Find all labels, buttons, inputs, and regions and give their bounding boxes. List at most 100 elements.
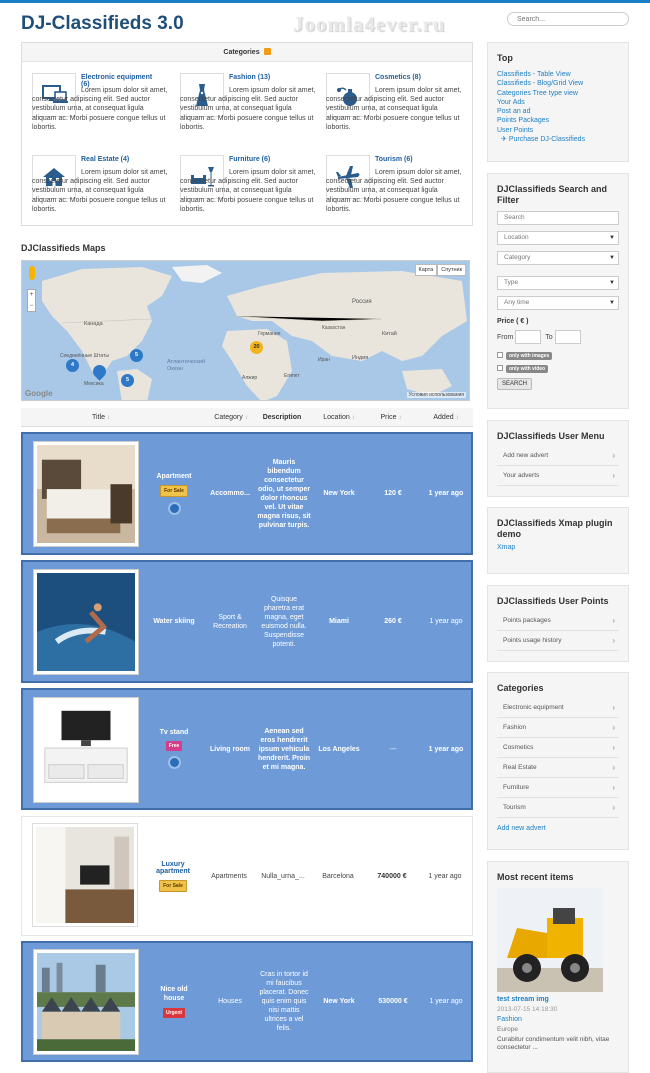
- site-title[interactable]: DJ-Classifieds 3.0: [21, 13, 184, 35]
- price-from-input[interactable]: [515, 330, 542, 344]
- column-header-location[interactable]: Location ↕: [309, 408, 369, 427]
- column-header-category[interactable]: Category ↕: [201, 408, 261, 427]
- ad-title[interactable]: Nice old house: [154, 985, 194, 1003]
- map-zoom-control[interactable]: + −: [27, 289, 36, 312]
- map-pin-icon[interactable]: [167, 501, 181, 515]
- category-name[interactable]: Real Estate (4): [81, 156, 129, 163]
- ad-category: Houses: [218, 998, 242, 1005]
- map-cluster-marker[interactable]: 20: [250, 341, 263, 354]
- ad-title-cell[interactable]: Tv stand Free: [147, 690, 201, 808]
- ad-price: 260 €: [384, 618, 402, 625]
- table-row[interactable]: Tv stand Free Living room Aenean sed ero…: [21, 688, 473, 810]
- recent-item-image[interactable]: [497, 888, 603, 992]
- category-name[interactable]: Tourism (6): [375, 156, 413, 163]
- only-images-checkbox[interactable]: [497, 352, 503, 358]
- ad-thumbnail[interactable]: [32, 823, 138, 927]
- category-item-cosmetics[interactable]: Cosmetics (8) Lorem ipsum dolor sit amet…: [316, 73, 461, 133]
- recent-item-title[interactable]: test stream img: [497, 995, 628, 1004]
- category-item-tourism[interactable]: Tourism (6) Lorem ipsum dolor sit amet, …: [316, 155, 461, 215]
- map-terms-link[interactable]: Условия использования: [406, 392, 466, 398]
- ad-title[interactable]: Apartment: [156, 473, 191, 480]
- sidebar-item-furniture[interactable]: Furniture ›: [497, 778, 619, 798]
- link-table-view[interactable]: Classifieds - Table View: [497, 70, 628, 79]
- ad-title[interactable]: Water skiing: [153, 618, 194, 625]
- category-name[interactable]: Cosmetics (8): [375, 74, 421, 81]
- ads-table-header: Title ↕ Category ↕ Description Location ↕ P…: [21, 408, 473, 427]
- map-type-switch[interactable]: Карта Спутник: [414, 264, 466, 276]
- ad-title[interactable]: Luxury apartment: [146, 861, 200, 875]
- ad-location: Barcelona: [322, 872, 354, 880]
- link-points-packages[interactable]: Points Packages: [497, 116, 628, 125]
- ad-title-cell[interactable]: Luxury apartment For Sale: [146, 817, 200, 935]
- street-view-pegman-icon[interactable]: [29, 266, 35, 280]
- sidebar-item-fashion[interactable]: Fashion ›: [497, 718, 619, 738]
- link-user-points[interactable]: User Points: [497, 126, 628, 135]
- category-name[interactable]: Furniture (6): [229, 156, 270, 163]
- ad-thumbnail[interactable]: [33, 441, 139, 547]
- column-header-price[interactable]: Price ↕: [366, 408, 416, 427]
- menu-points-packages[interactable]: Points packages ›: [497, 611, 619, 631]
- link-xmap[interactable]: Xmap: [497, 543, 628, 552]
- filter-search-input[interactable]: Search: [497, 211, 619, 225]
- map-widget[interactable]: + − Карта Спутник Канада Соединённые Штат…: [21, 260, 470, 401]
- ad-thumbnail[interactable]: [33, 697, 139, 803]
- sidebar-item-electronic-equipment[interactable]: Electronic equipment ›: [497, 698, 619, 718]
- link-add-new-advert[interactable]: Add new advert: [497, 824, 628, 833]
- category-item-electronics[interactable]: Electronic equipment (6) Lorem ipsum dol…: [22, 73, 167, 133]
- table-row[interactable]: Apartment For Sale Accommo... Mauris bib…: [21, 432, 473, 555]
- chevron-right-icon: ›: [612, 471, 615, 480]
- ad-thumbnail[interactable]: [33, 949, 139, 1055]
- search-button[interactable]: SEARCH: [497, 378, 533, 390]
- filter-location-select[interactable]: Location ▼: [497, 231, 619, 245]
- map-cluster-marker[interactable]: 4: [66, 359, 79, 372]
- link-purchase[interactable]: ✈ Purchase DJ-Classifieds: [501, 135, 628, 144]
- menu-points-usage-history[interactable]: Points usage history ›: [497, 631, 619, 651]
- filter-category-select[interactable]: Category ▼: [497, 251, 619, 265]
- map-type-map-button[interactable]: Карта: [414, 264, 438, 276]
- category-item-fashion[interactable]: Fashion (13) Lorem ipsum dolor sit amet,…: [170, 73, 315, 133]
- menu-your-adverts[interactable]: Your adverts ›: [497, 466, 619, 486]
- price-to-input[interactable]: [554, 330, 581, 344]
- column-header-added[interactable]: Added ↕: [419, 408, 473, 427]
- top-search-input[interactable]: [507, 12, 629, 26]
- table-row[interactable]: Luxury apartment For Sale Apartments Nul…: [21, 816, 473, 936]
- ad-added: 1 year ago: [428, 490, 464, 497]
- link-categories-tree[interactable]: Categories Tree type view: [497, 89, 628, 98]
- filter-time-select[interactable]: Any time ▼: [497, 296, 619, 310]
- sidebar-xmap-module: DJClassifieds Xmap plugin demo Xmap: [487, 507, 629, 574]
- ad-title-cell[interactable]: Apartment For Sale: [147, 434, 201, 553]
- ad-title[interactable]: Tv stand: [160, 729, 189, 736]
- only-video-checkbox[interactable]: [497, 365, 503, 371]
- ad-title-cell[interactable]: Water skiing: [147, 562, 201, 681]
- map-cluster-marker[interactable]: 5: [121, 374, 134, 387]
- map-label: Атлантический Океан: [167, 359, 206, 372]
- map-pin-icon[interactable]: [167, 756, 181, 769]
- map-label: Канада: [84, 321, 103, 327]
- only-images-checkbox-row[interactable]: only with images: [497, 352, 628, 360]
- ad-thumbnail[interactable]: [33, 569, 139, 675]
- map-type-satellite-button[interactable]: Спутник: [437, 264, 466, 276]
- chevron-right-icon: ›: [612, 803, 615, 812]
- category-name[interactable]: Fashion (13): [229, 74, 270, 81]
- filter-type-select[interactable]: Type ▼: [497, 276, 619, 290]
- sidebar-item-tourism[interactable]: Tourism ›: [497, 798, 619, 818]
- link-your-ads[interactable]: Your Ads: [497, 98, 628, 107]
- recent-item-category[interactable]: Fashion: [497, 1015, 628, 1024]
- ad-location: Los Angeles: [318, 745, 360, 753]
- column-header-title[interactable]: Title ↕: [21, 408, 181, 427]
- sidebar-item-cosmetics[interactable]: Cosmetics ›: [497, 738, 619, 758]
- category-item-real-estate[interactable]: Real Estate (4) Lorem ipsum dolor sit am…: [22, 155, 167, 215]
- sidebar-item-real-estate[interactable]: Real Estate ›: [497, 758, 619, 778]
- rss-icon[interactable]: [263, 48, 271, 55]
- table-row[interactable]: Nice old house Urgent Houses Cras in tor…: [21, 941, 473, 1062]
- menu-add-new-advert[interactable]: Add new advert ›: [497, 446, 619, 466]
- chevron-right-icon: ›: [612, 763, 615, 772]
- link-post-an-ad[interactable]: Post an ad: [497, 107, 628, 116]
- map-cluster-marker[interactable]: 5: [130, 349, 143, 362]
- only-video-checkbox-row[interactable]: only with video: [497, 365, 628, 373]
- ad-title-cell[interactable]: Nice old house Urgent: [147, 943, 201, 1060]
- map-label: Индия: [352, 355, 369, 361]
- table-row[interactable]: Water skiing Sport & Recreation Quisque …: [21, 560, 473, 683]
- link-blog-grid-view[interactable]: Classifieds - Blog/Grid View: [497, 79, 628, 88]
- category-item-furniture[interactable]: Furniture (6) Lorem ipsum dolor sit amet…: [170, 155, 315, 215]
